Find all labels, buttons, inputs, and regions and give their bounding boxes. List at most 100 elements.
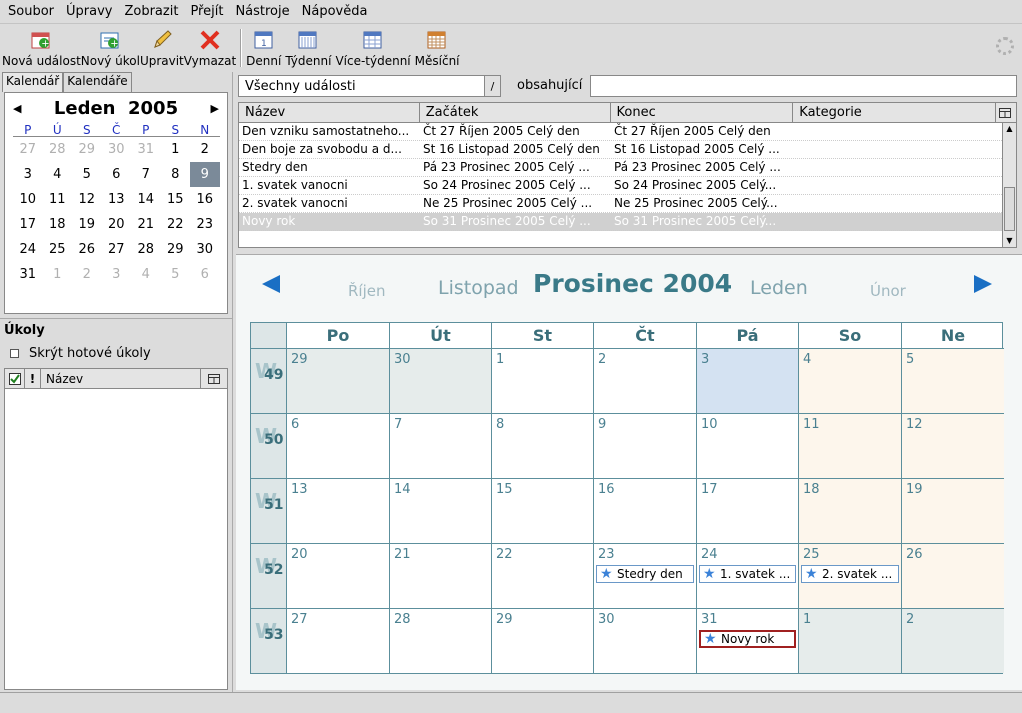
mini-day-cell[interactable]: 28 bbox=[131, 237, 161, 262]
new-task-button[interactable]: + Nový úkol bbox=[81, 25, 140, 71]
mini-day-cell[interactable]: 22 bbox=[161, 212, 191, 237]
day-cell[interactable]: 21 bbox=[390, 544, 492, 609]
day-cell[interactable]: 30 bbox=[594, 609, 697, 673]
nav-month-prev1[interactable]: Listopad bbox=[438, 277, 519, 299]
mini-day-cell[interactable]: 8 bbox=[161, 162, 191, 187]
mini-day-cell[interactable]: 24 bbox=[13, 237, 43, 262]
mini-day-cell[interactable]: 30 bbox=[102, 137, 132, 162]
event-row[interactable]: Stedry den Pá 23 Prosinec 2005 Celý ... Pá… bbox=[239, 159, 1016, 177]
mini-day-cell[interactable]: 17 bbox=[13, 212, 43, 237]
dropdown-arrow-icon[interactable]: / bbox=[484, 76, 500, 96]
calendar-event[interactable]: ★ 2. svatek ... bbox=[801, 565, 899, 583]
mini-day-cell[interactable]: 28 bbox=[43, 137, 73, 162]
day-cell[interactable]: 2 bbox=[594, 349, 697, 414]
mini-day-cell[interactable]: 9 bbox=[190, 162, 220, 187]
day-cell[interactable]: 27 bbox=[287, 609, 390, 673]
week-view-button[interactable]: Týdenní bbox=[285, 25, 331, 71]
day-cell[interactable]: 13 bbox=[287, 479, 390, 544]
mini-day-cell[interactable]: 27 bbox=[102, 237, 132, 262]
column-picker-icon[interactable] bbox=[996, 103, 1016, 122]
mini-day-cell[interactable]: 1 bbox=[43, 262, 73, 287]
mini-day-cell[interactable]: 26 bbox=[72, 237, 102, 262]
day-cell[interactable]: 20 bbox=[287, 544, 390, 609]
day-cell[interactable]: 22 bbox=[492, 544, 594, 609]
calendar-event[interactable]: ★ Stedry den bbox=[596, 565, 694, 583]
col-name[interactable]: Název bbox=[239, 103, 420, 122]
col-end[interactable]: Konec bbox=[611, 103, 794, 122]
mini-day-cell[interactable]: 4 bbox=[131, 262, 161, 287]
col-category[interactable]: Kategorie bbox=[793, 103, 997, 122]
week-number[interactable]: W 51 bbox=[251, 479, 287, 544]
day-cell[interactable]: 19 bbox=[902, 479, 1004, 544]
day-cell[interactable]: 5 bbox=[902, 349, 1004, 414]
mini-day-cell[interactable]: 7 bbox=[131, 162, 161, 187]
day-cell[interactable]: 29 bbox=[492, 609, 594, 673]
month-view-button[interactable]: Měsíční bbox=[415, 25, 460, 71]
day-cell[interactable]: 24 ★ 1. svatek ... bbox=[697, 544, 799, 609]
event-row[interactable]: Novy rok So 31 Prosinec 2005 Celý ... So 3… bbox=[239, 213, 1016, 231]
mini-day-cell[interactable]: 29 bbox=[72, 137, 102, 162]
menu-prejit[interactable]: Přejít bbox=[186, 4, 231, 19]
hide-done-checkbox[interactable]: Skrýt hotové úkoly bbox=[10, 346, 151, 361]
day-cell[interactable]: 28 bbox=[390, 609, 492, 673]
mini-day-cell[interactable]: 1 bbox=[161, 137, 191, 162]
nav-month-prev2[interactable]: Říjen bbox=[348, 282, 386, 300]
mini-day-cell[interactable]: 3 bbox=[13, 162, 43, 187]
scroll-up-icon[interactable]: ▲ bbox=[1003, 123, 1016, 135]
mini-day-cell[interactable]: 19 bbox=[72, 212, 102, 237]
tab-calendars[interactable]: Kalendáře bbox=[63, 72, 132, 92]
day-cell[interactable]: 11 bbox=[799, 414, 902, 479]
day-cell[interactable]: 14 bbox=[390, 479, 492, 544]
day-cell[interactable]: 16 bbox=[594, 479, 697, 544]
edit-button[interactable]: Upravit bbox=[140, 25, 184, 71]
day-cell[interactable]: 30 bbox=[390, 349, 492, 414]
day-cell[interactable]: 6 bbox=[287, 414, 390, 479]
mini-day-cell[interactable]: 18 bbox=[43, 212, 73, 237]
calendar-event[interactable]: ★ Novy rok bbox=[699, 630, 796, 648]
mini-day-cell[interactable]: 29 bbox=[161, 237, 191, 262]
event-row[interactable]: Den vzniku samostatneho... Čt 27 Říjen 20… bbox=[239, 123, 1016, 141]
mini-day-cell[interactable]: 14 bbox=[131, 187, 161, 212]
mini-day-cell[interactable]: 31 bbox=[131, 137, 161, 162]
week-number[interactable]: W 49 bbox=[251, 349, 287, 414]
day-cell[interactable]: 31 ★ Novy rok bbox=[697, 609, 799, 673]
menu-soubor[interactable]: Soubor bbox=[4, 4, 62, 19]
menu-nastroje[interactable]: Nástroje bbox=[231, 4, 297, 19]
mini-day-cell[interactable]: 5 bbox=[161, 262, 191, 287]
mini-day-cell[interactable]: 16 bbox=[190, 187, 220, 212]
task-completed-column-icon[interactable] bbox=[5, 369, 25, 388]
column-picker-icon[interactable] bbox=[201, 369, 227, 388]
tab-calendar[interactable]: Kalendář bbox=[2, 72, 64, 92]
mini-prev-month-icon[interactable]: ◀ bbox=[13, 102, 21, 115]
mini-day-cell[interactable]: 10 bbox=[13, 187, 43, 212]
week-number[interactable]: W 50 bbox=[251, 414, 287, 479]
event-list-scrollbar[interactable]: ▲ ▼ bbox=[1002, 123, 1016, 247]
day-view-button[interactable]: 1 Denní bbox=[246, 25, 281, 71]
mini-day-cell[interactable]: 20 bbox=[102, 212, 132, 237]
mini-day-cell[interactable]: 25 bbox=[43, 237, 73, 262]
day-cell[interactable]: 3 bbox=[697, 349, 799, 414]
mini-day-cell[interactable]: 12 bbox=[72, 187, 102, 212]
menu-napoveda[interactable]: Nápověda bbox=[298, 4, 376, 19]
week-number[interactable]: W 52 bbox=[251, 544, 287, 609]
day-cell[interactable]: 9 bbox=[594, 414, 697, 479]
mini-day-cell[interactable]: 15 bbox=[161, 187, 191, 212]
day-cell[interactable]: 23 ★ Stedry den bbox=[594, 544, 697, 609]
previous-month-arrow-icon[interactable] bbox=[262, 275, 280, 293]
task-name-column[interactable]: Název bbox=[41, 369, 201, 388]
day-cell[interactable]: 12 bbox=[902, 414, 1004, 479]
calendar-event[interactable]: ★ 1. svatek ... bbox=[699, 565, 796, 583]
mini-day-cell[interactable]: 2 bbox=[190, 137, 220, 162]
mini-next-month-icon[interactable]: ▶ bbox=[211, 102, 219, 115]
day-cell[interactable]: 4 bbox=[799, 349, 902, 414]
day-cell[interactable]: 18 bbox=[799, 479, 902, 544]
mini-day-cell[interactable]: 30 bbox=[190, 237, 220, 262]
day-cell[interactable]: 7 bbox=[390, 414, 492, 479]
col-start[interactable]: Začátek bbox=[420, 103, 611, 122]
day-cell[interactable]: 26 bbox=[902, 544, 1004, 609]
task-priority-column-icon[interactable]: ! bbox=[25, 369, 41, 388]
day-cell[interactable]: 2 bbox=[902, 609, 1004, 673]
event-filter-select[interactable]: Všechny události / bbox=[238, 75, 501, 97]
nav-month-next2[interactable]: Únor bbox=[870, 282, 906, 300]
event-row[interactable]: 1. svatek vanocni So 24 Prosinec 2005 Cel… bbox=[239, 177, 1016, 195]
